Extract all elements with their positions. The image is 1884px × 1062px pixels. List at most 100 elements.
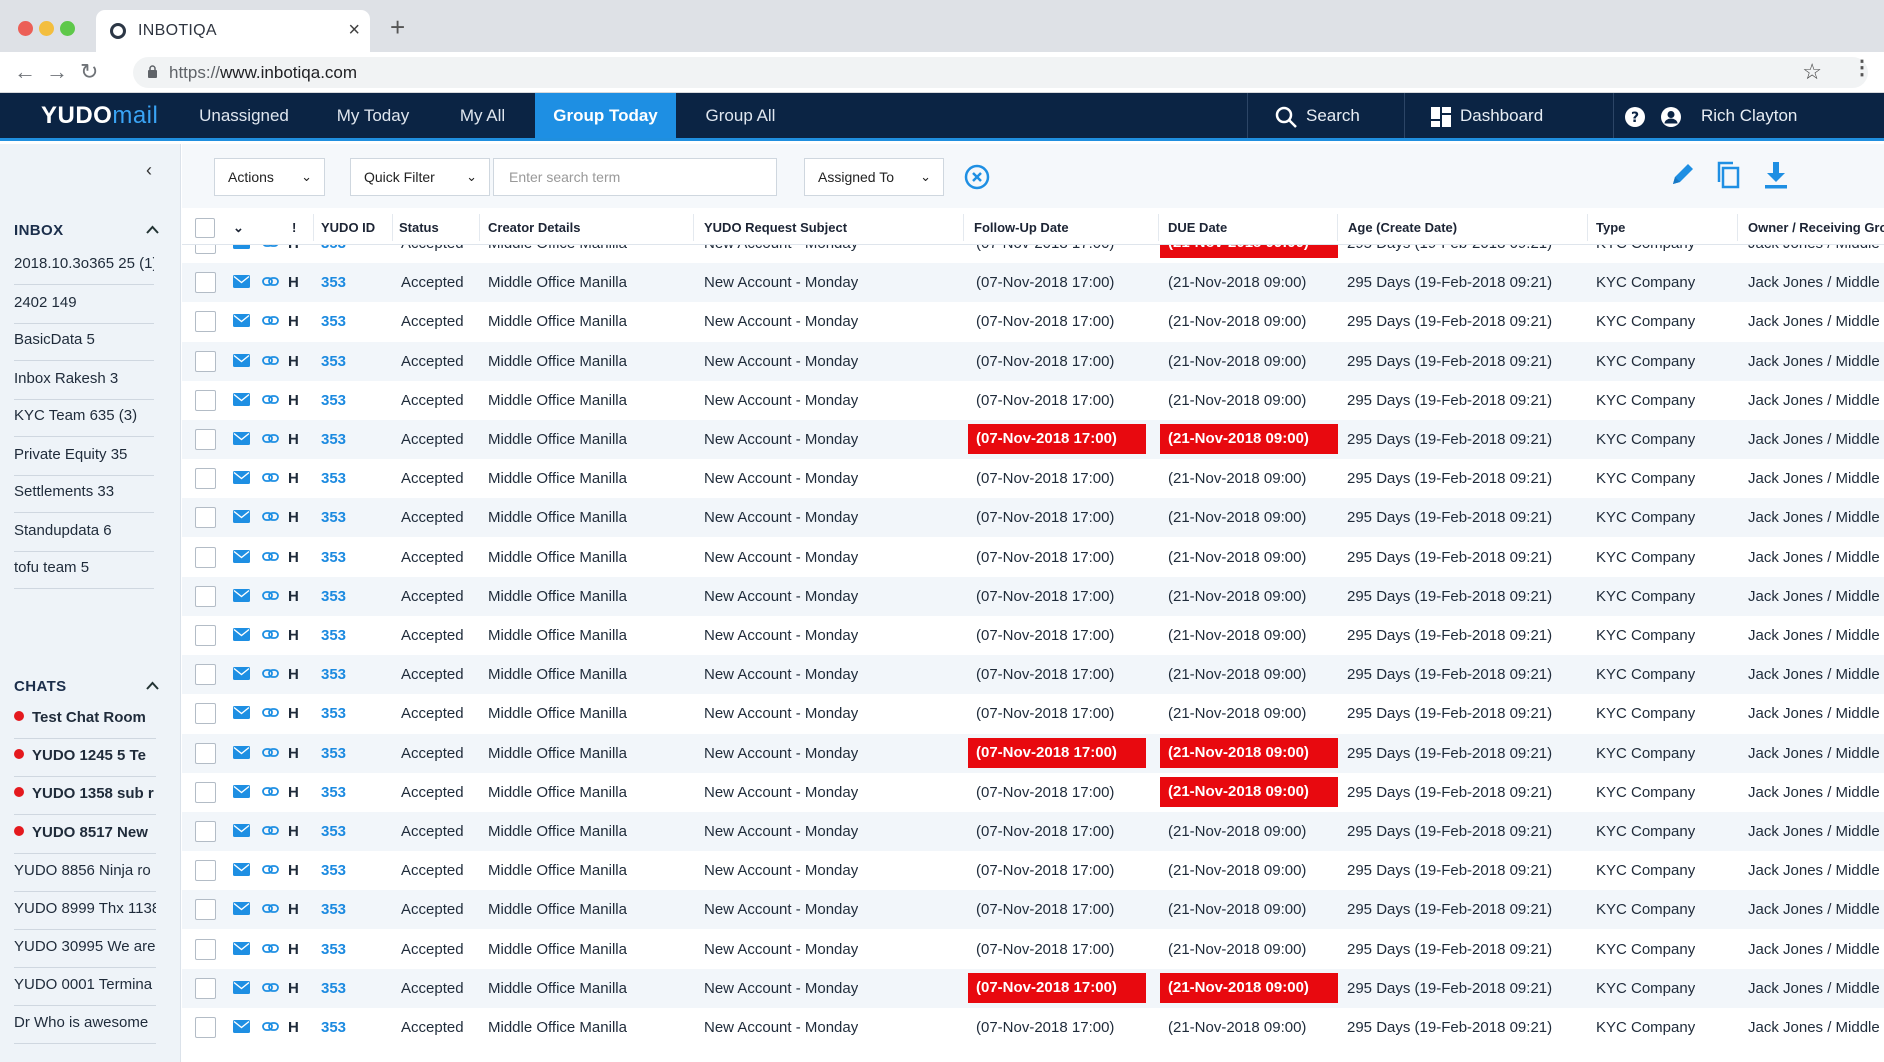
search-input[interactable]: Enter search term xyxy=(493,158,777,196)
tab-close-icon[interactable]: × xyxy=(348,19,360,42)
yudo-id-link[interactable]: 353 xyxy=(321,420,346,459)
select-all-checkbox[interactable] xyxy=(195,218,215,238)
row-checkbox[interactable] xyxy=(195,821,216,842)
row-checkbox[interactable] xyxy=(195,938,216,960)
row-checkbox[interactable] xyxy=(195,585,216,607)
table-row[interactable]: H 353 Accepted Middle Office Manilla New Acc… xyxy=(182,420,1884,459)
row-checkbox[interactable] xyxy=(195,507,216,529)
chat-link-icon[interactable] xyxy=(262,394,279,405)
email-icon[interactable] xyxy=(233,863,250,877)
row-checkbox[interactable] xyxy=(195,742,216,764)
chat-link-icon[interactable] xyxy=(262,1021,279,1032)
yudo-id-link[interactable]: 353 xyxy=(321,342,346,381)
table-row[interactable]: H 353 Accepted Middle Office Manilla New Acc… xyxy=(182,302,1884,341)
nav-group-today[interactable]: Group Today xyxy=(535,93,676,138)
owner-column-header[interactable]: Owner / Receiving Gro xyxy=(1748,210,1884,245)
dashboard-button[interactable]: Dashboard xyxy=(1430,93,1543,138)
email-icon[interactable] xyxy=(233,706,250,720)
email-icon[interactable] xyxy=(233,392,250,406)
sidebar-inbox-item[interactable]: tofu team 5 xyxy=(14,552,154,589)
quick-filter-dropdown[interactable]: Quick Filter ⌄ xyxy=(350,158,490,196)
chat-item[interactable]: YUDO 8999 Thx 1138 xyxy=(14,892,156,930)
status-column-header[interactable]: Status xyxy=(399,210,439,245)
chat-item[interactable]: YUDO 0001 Termina xyxy=(14,968,156,1006)
table-row[interactable]: H 353 Accepted Middle Office Manilla New Acc… xyxy=(182,773,1884,812)
row-checkbox[interactable] xyxy=(195,977,216,999)
chat-link-icon[interactable] xyxy=(262,472,279,483)
new-tab-button[interactable]: + xyxy=(390,14,405,40)
chat-item[interactable]: YUDO 8856 Ninja ro xyxy=(14,854,156,892)
table-row[interactable]: H 353 Accepted Middle Office Manilla New Acc… xyxy=(182,930,1884,969)
email-icon[interactable] xyxy=(233,314,250,328)
nav-my-all[interactable]: My All xyxy=(440,93,525,138)
age-column-header[interactable]: Age (Create Date) xyxy=(1348,210,1457,245)
expand-column-icon[interactable]: ⌄ xyxy=(233,210,244,245)
actions-dropdown[interactable]: Actions ⌄ xyxy=(214,158,325,196)
chat-link-icon[interactable] xyxy=(262,668,279,679)
chat-item[interactable]: Test Chat Room xyxy=(14,701,156,739)
chat-link-icon[interactable] xyxy=(262,943,279,954)
chat-link-icon[interactable] xyxy=(262,903,279,914)
sidebar-collapse-icon[interactable]: ‹ xyxy=(146,160,152,181)
email-icon[interactable] xyxy=(233,667,250,681)
table-row[interactable]: H 353 Accepted Middle Office Manilla New Acc… xyxy=(182,381,1884,420)
nav-unassigned[interactable]: Unassigned xyxy=(183,93,305,138)
email-icon[interactable] xyxy=(233,784,250,798)
chats-collapse-icon[interactable] xyxy=(146,681,159,690)
table-row[interactable]: H 353 Accepted Middle Office Manilla New Acc… xyxy=(182,890,1884,930)
yudo-id-link[interactable]: 353 xyxy=(321,459,346,498)
search-button[interactable]: Search xyxy=(1274,93,1360,138)
sidebar-inbox-item[interactable]: Settlements 33 xyxy=(14,476,154,513)
browser-tab[interactable]: INBOTIQA × xyxy=(96,10,370,52)
email-icon[interactable] xyxy=(233,902,250,916)
table-row[interactable]: H 353 Accepted Middle Office Manilla New Acc… xyxy=(182,968,1884,1008)
clear-filter-icon[interactable] xyxy=(964,164,990,190)
row-checkbox[interactable] xyxy=(195,781,216,803)
row-checkbox[interactable] xyxy=(195,899,216,921)
chat-item[interactable]: YUDO 1358 sub r xyxy=(14,777,156,815)
yudo-id-link[interactable]: 353 xyxy=(321,734,346,773)
row-checkbox[interactable] xyxy=(195,546,216,568)
sidebar-inbox-item[interactable]: 2018.10.3o365 25 (1) xyxy=(14,248,154,285)
email-icon[interactable] xyxy=(233,980,250,994)
email-icon[interactable] xyxy=(233,471,250,485)
yudo-id-link[interactable]: 353 xyxy=(321,1008,346,1047)
yudo-id-link[interactable]: 353 xyxy=(321,498,346,537)
yudo-id-link[interactable]: 353 xyxy=(321,245,346,263)
window-maximize-button[interactable] xyxy=(60,21,75,36)
yudo-id-link[interactable]: 353 xyxy=(321,969,346,1008)
chat-item[interactable]: YUDO 8517 New xyxy=(14,816,156,854)
back-arrow-icon[interactable]: ← xyxy=(14,59,36,85)
table-row[interactable]: H 353 Accepted Middle Office Manilla New Acc… xyxy=(182,263,1884,303)
yudo-mail-logo[interactable]: YUDOmail xyxy=(41,102,158,130)
table-row[interactable]: H 353 Accepted Middle Office Manilla New Acc… xyxy=(182,498,1884,538)
row-checkbox[interactable] xyxy=(195,664,216,686)
table-row[interactable]: H 353 Accepted Middle Office Manilla New Acc… xyxy=(182,616,1884,655)
chat-link-icon[interactable] xyxy=(262,551,279,562)
help-button[interactable]: ? xyxy=(1616,93,1653,138)
email-icon[interactable] xyxy=(233,510,250,524)
forward-arrow-icon[interactable]: → xyxy=(46,59,68,85)
row-checkbox[interactable] xyxy=(195,429,216,450)
reload-icon[interactable]: ↻ xyxy=(80,59,98,85)
chat-link-icon[interactable] xyxy=(262,786,279,797)
table-row[interactable]: H 353 Accepted Middle Office Manilla New Acc… xyxy=(182,655,1884,695)
table-row[interactable]: H 353 Accepted Middle Office Manilla New Acc… xyxy=(182,245,1884,263)
yudo-id-link[interactable]: 353 xyxy=(321,381,346,420)
sidebar-inbox-item[interactable]: Standupdata 6 xyxy=(14,515,154,552)
row-checkbox[interactable] xyxy=(195,350,216,372)
row-checkbox[interactable] xyxy=(195,703,216,725)
row-checkbox[interactable] xyxy=(195,468,216,490)
email-icon[interactable] xyxy=(233,628,250,641)
user-name[interactable]: Rich Clayton xyxy=(1701,93,1797,138)
sidebar-inbox-item[interactable]: 2402 149 xyxy=(14,287,154,324)
chat-link-icon[interactable] xyxy=(262,864,279,875)
chat-link-icon[interactable] xyxy=(262,825,279,836)
download-icon[interactable] xyxy=(1762,160,1790,190)
priority-column-header[interactable]: ! xyxy=(292,210,296,245)
email-icon[interactable] xyxy=(233,1020,250,1033)
row-checkbox[interactable] xyxy=(195,245,216,254)
yudo-id-link[interactable]: 353 xyxy=(321,302,346,341)
yudo-id-link[interactable]: 353 xyxy=(321,655,346,694)
email-icon[interactable] xyxy=(233,745,250,759)
